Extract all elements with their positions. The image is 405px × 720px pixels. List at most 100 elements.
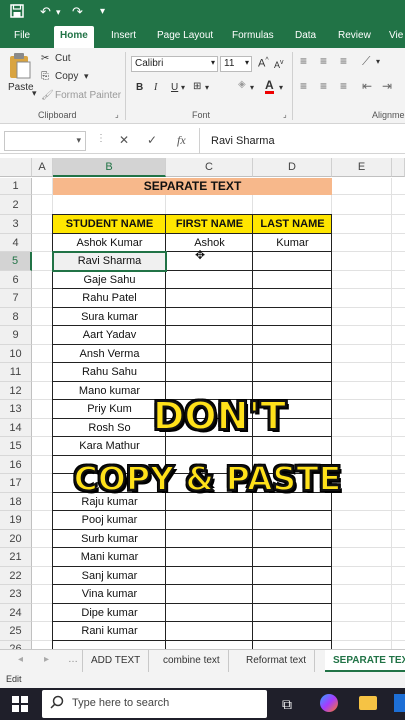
student-name-cell[interactable]: Vina kumar — [53, 585, 166, 604]
font-color-icon[interactable]: A — [265, 79, 274, 94]
cut-button[interactable]: Cut — [55, 53, 71, 64]
sheet-tab-reformat-text[interactable]: Reformat text — [238, 650, 316, 672]
align-right-icon[interactable]: ≡ — [340, 79, 347, 93]
row-header-26[interactable]: 26 — [0, 641, 32, 649]
row-header-20[interactable]: 20 — [0, 530, 32, 548]
row-header-4[interactable]: 4 — [0, 234, 32, 252]
last-name-cell[interactable] — [253, 511, 332, 530]
top-align-icon[interactable]: ≡ — [300, 54, 307, 68]
student-name-cell[interactable]: Sanj kumar — [53, 567, 166, 585]
align-center-icon[interactable]: ≡ — [320, 79, 327, 93]
first-name-cell[interactable] — [166, 345, 253, 363]
underline-dropdown-icon[interactable]: ▾ — [181, 83, 185, 92]
row-header-7[interactable]: 7 — [0, 289, 32, 308]
student-name-cell[interactable]: Sura kumar — [53, 308, 166, 326]
last-name-cell[interactable]: Kumar — [253, 234, 332, 252]
last-name-cell[interactable] — [253, 437, 332, 456]
student-name-cell[interactable]: Aart Yadav — [53, 326, 166, 345]
copy-icon[interactable]: ⎘ — [41, 71, 49, 82]
row-header-9[interactable]: 9 — [0, 326, 32, 345]
student-name-cell[interactable]: Rahu Patel — [53, 289, 166, 308]
orientation-icon[interactable]: ⟋ — [362, 54, 370, 69]
bottom-align-icon[interactable]: ≡ — [340, 54, 347, 68]
sheet-tab-add-text[interactable]: ADD TEXT — [82, 650, 150, 672]
underline-button[interactable]: U — [171, 82, 178, 93]
last-name-cell[interactable] — [253, 530, 332, 548]
active-cell-b5[interactable] — [52, 251, 167, 272]
indent-icon[interactable]: ⇤ — [362, 79, 372, 93]
first-name-cell[interactable] — [166, 530, 253, 548]
first-name-cell[interactable] — [166, 308, 253, 326]
bold-button[interactable]: B — [136, 82, 143, 93]
fill-color-dropdown-icon[interactable]: ▾ — [250, 83, 254, 92]
tab-view[interactable]: Vie — [389, 30, 403, 41]
enter-icon[interactable]: ✓ — [147, 133, 157, 147]
student-name-cell[interactable]: Rahu Sahu — [53, 363, 166, 382]
worksheet-grid[interactable]: A B C D E 1 2 3 4 5 6 7 8 9 10 11 12 13 14 15 16 17 18 19 2… — [0, 158, 405, 649]
tab-review[interactable]: Review — [338, 30, 371, 41]
student-name-cell[interactable]: Pooj kumar — [53, 511, 166, 530]
first-name-cell[interactable] — [166, 548, 253, 567]
last-name-cell[interactable] — [253, 326, 332, 345]
borders-dropdown-icon[interactable]: ▾ — [205, 83, 209, 92]
row-header-21[interactable]: 21 — [0, 548, 32, 567]
font-name-select[interactable]: Calibri ▾ — [131, 56, 218, 72]
header-student-name[interactable]: STUDENT NAME — [53, 215, 166, 234]
student-name-cell[interactable]: Kara Mathur — [53, 437, 166, 456]
column-header-c[interactable]: C — [166, 158, 253, 177]
prev-sheet-icon[interactable]: ◂ — [18, 654, 23, 665]
font-size-select[interactable]: 11 ▾ — [220, 56, 252, 72]
edge-icon[interactable] — [394, 694, 405, 712]
redo-icon[interactable]: ↷ — [72, 4, 83, 20]
row-header-2[interactable]: 2 — [0, 195, 32, 215]
last-name-cell[interactable] — [253, 567, 332, 585]
first-name-cell[interactable] — [166, 585, 253, 604]
italic-button[interactable]: I — [154, 82, 157, 93]
name-box-dropdown-icon[interactable]: ▾ — [76, 135, 81, 146]
student-name-cell[interactable]: Surb kumar — [53, 530, 166, 548]
first-name-cell[interactable] — [166, 604, 253, 622]
row-header-1[interactable]: 1 — [0, 178, 32, 195]
first-name-cell[interactable]: Ashok — [166, 234, 253, 252]
row-header-6[interactable]: 6 — [0, 271, 32, 289]
sheet-tab-separate-text[interactable]: SEPARATE TEX — [325, 650, 405, 672]
sheet-tab-combine-text[interactable]: combine text — [155, 650, 229, 672]
row-header-5[interactable]: 5 — [0, 252, 32, 271]
header-first-name[interactable]: FIRST NAME — [166, 215, 253, 234]
row-header-23[interactable]: 23 — [0, 585, 32, 604]
tab-data[interactable]: Data — [295, 30, 316, 41]
shrink-font-icon[interactable]: Av — [274, 59, 284, 70]
column-header-d[interactable]: D — [253, 158, 332, 177]
last-name-cell[interactable] — [253, 548, 332, 567]
last-name-cell[interactable] — [253, 308, 332, 326]
paste-button[interactable]: Paste — [8, 82, 34, 93]
first-name-cell[interactable] — [166, 437, 253, 456]
first-name-cell[interactable] — [166, 567, 253, 585]
tab-home[interactable]: Home — [54, 26, 94, 48]
sheet-title-cell[interactable]: SEPARATE TEXT — [53, 178, 332, 195]
last-name-cell[interactable] — [253, 604, 332, 622]
format-painter-button[interactable]: Format Painter — [55, 90, 121, 101]
column-header-f[interactable] — [392, 158, 405, 177]
name-box[interactable]: ▾ — [4, 131, 86, 151]
last-name-cell[interactable] — [253, 641, 332, 649]
paste-icon[interactable] — [8, 52, 32, 83]
row-header-25[interactable]: 25 — [0, 622, 32, 641]
row-header-24[interactable]: 24 — [0, 604, 32, 622]
tab-formulas[interactable]: Formulas — [232, 30, 274, 41]
column-header-e[interactable]: E — [332, 158, 392, 177]
student-name-cell[interactable]: Dipe kumar — [53, 604, 166, 622]
first-name-cell[interactable] — [166, 622, 253, 641]
student-name-cell[interactable] — [53, 641, 166, 649]
sheet-more-icon[interactable]: … — [68, 654, 78, 665]
student-name-cell[interactable]: Mani kumar — [53, 548, 166, 567]
last-name-cell[interactable] — [253, 271, 332, 289]
format-painter-icon[interactable]: 🖌 — [41, 90, 54, 101]
copy-dropdown-icon[interactable]: ▾ — [84, 71, 89, 82]
font-name-dropdown-icon[interactable]: ▾ — [211, 58, 215, 67]
last-name-cell[interactable] — [253, 289, 332, 308]
undo-dropdown-icon[interactable]: ▾ — [56, 7, 61, 18]
row-header-19[interactable]: 19 — [0, 511, 32, 530]
row-header-11[interactable]: 11 — [0, 363, 32, 382]
first-name-cell[interactable] — [166, 363, 253, 382]
